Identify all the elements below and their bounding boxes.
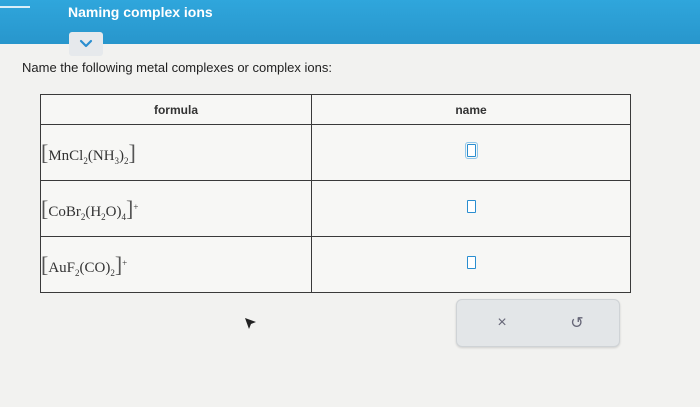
- answer-actions: × ↺: [456, 299, 620, 347]
- collapse-button[interactable]: [69, 32, 103, 56]
- page-title: Naming complex ions: [68, 4, 213, 20]
- chevron-down-icon: [79, 39, 93, 48]
- undo-button[interactable]: ↺: [562, 310, 592, 336]
- name-input[interactable]: [464, 141, 478, 159]
- name-cell: [311, 124, 631, 181]
- question-prompt: Name the following metal complexes or co…: [22, 60, 332, 75]
- name-cell: [311, 236, 631, 293]
- table-row: [MnCl2(NH3)2]: [40, 124, 631, 181]
- formula-cell: [AuF2(CO)2]+: [40, 236, 312, 293]
- name-input[interactable]: [466, 199, 476, 213]
- name-header: name: [311, 94, 631, 125]
- formula-cell: [MnCl2(NH3)2]: [40, 124, 312, 181]
- name-cell: [311, 180, 631, 237]
- formula-header: formula: [40, 94, 312, 125]
- undo-icon: ↺: [570, 315, 584, 332]
- formula-cell: [CoBr2(H2O)4]+: [40, 180, 312, 237]
- close-icon: ×: [497, 314, 507, 331]
- table-row: [CoBr2(H2O)4]+: [40, 180, 631, 237]
- clear-button[interactable]: ×: [487, 310, 517, 336]
- mouse-cursor-icon: [245, 318, 256, 329]
- header-bar: Naming complex ions: [0, 0, 700, 44]
- menu-dash[interactable]: [0, 6, 30, 8]
- complex-table: formula name [MnCl2(NH3)2] [CoBr2(H2O)4]…: [40, 94, 631, 293]
- name-input[interactable]: [466, 255, 476, 269]
- table-row: [AuF2(CO)2]+: [40, 236, 631, 293]
